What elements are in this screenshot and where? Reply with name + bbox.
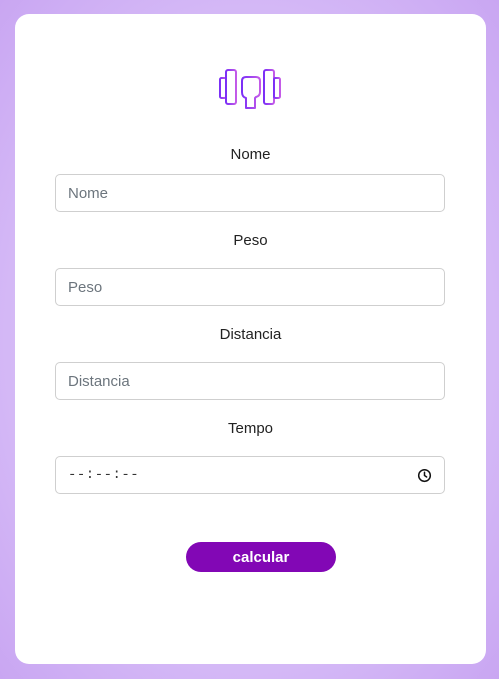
distancia-label: Distancia [219,326,282,343]
calcular-button[interactable]: calcular [186,542,336,572]
tempo-input[interactable]: --:--:-- [55,456,445,494]
tempo-label: Tempo [227,420,274,437]
distancia-input[interactable] [55,362,445,400]
tempo-value: --:--:-- [68,467,140,483]
nome-label: Nome [230,146,271,163]
peso-label: Peso [233,232,268,249]
peso-input[interactable] [55,268,445,306]
dumbbell-hand-icon [219,69,281,109]
form-card: Nome Peso Distancia Tempo --:--:-- calcu… [15,14,486,664]
clock-icon[interactable] [417,468,432,483]
nome-input[interactable] [55,174,445,212]
